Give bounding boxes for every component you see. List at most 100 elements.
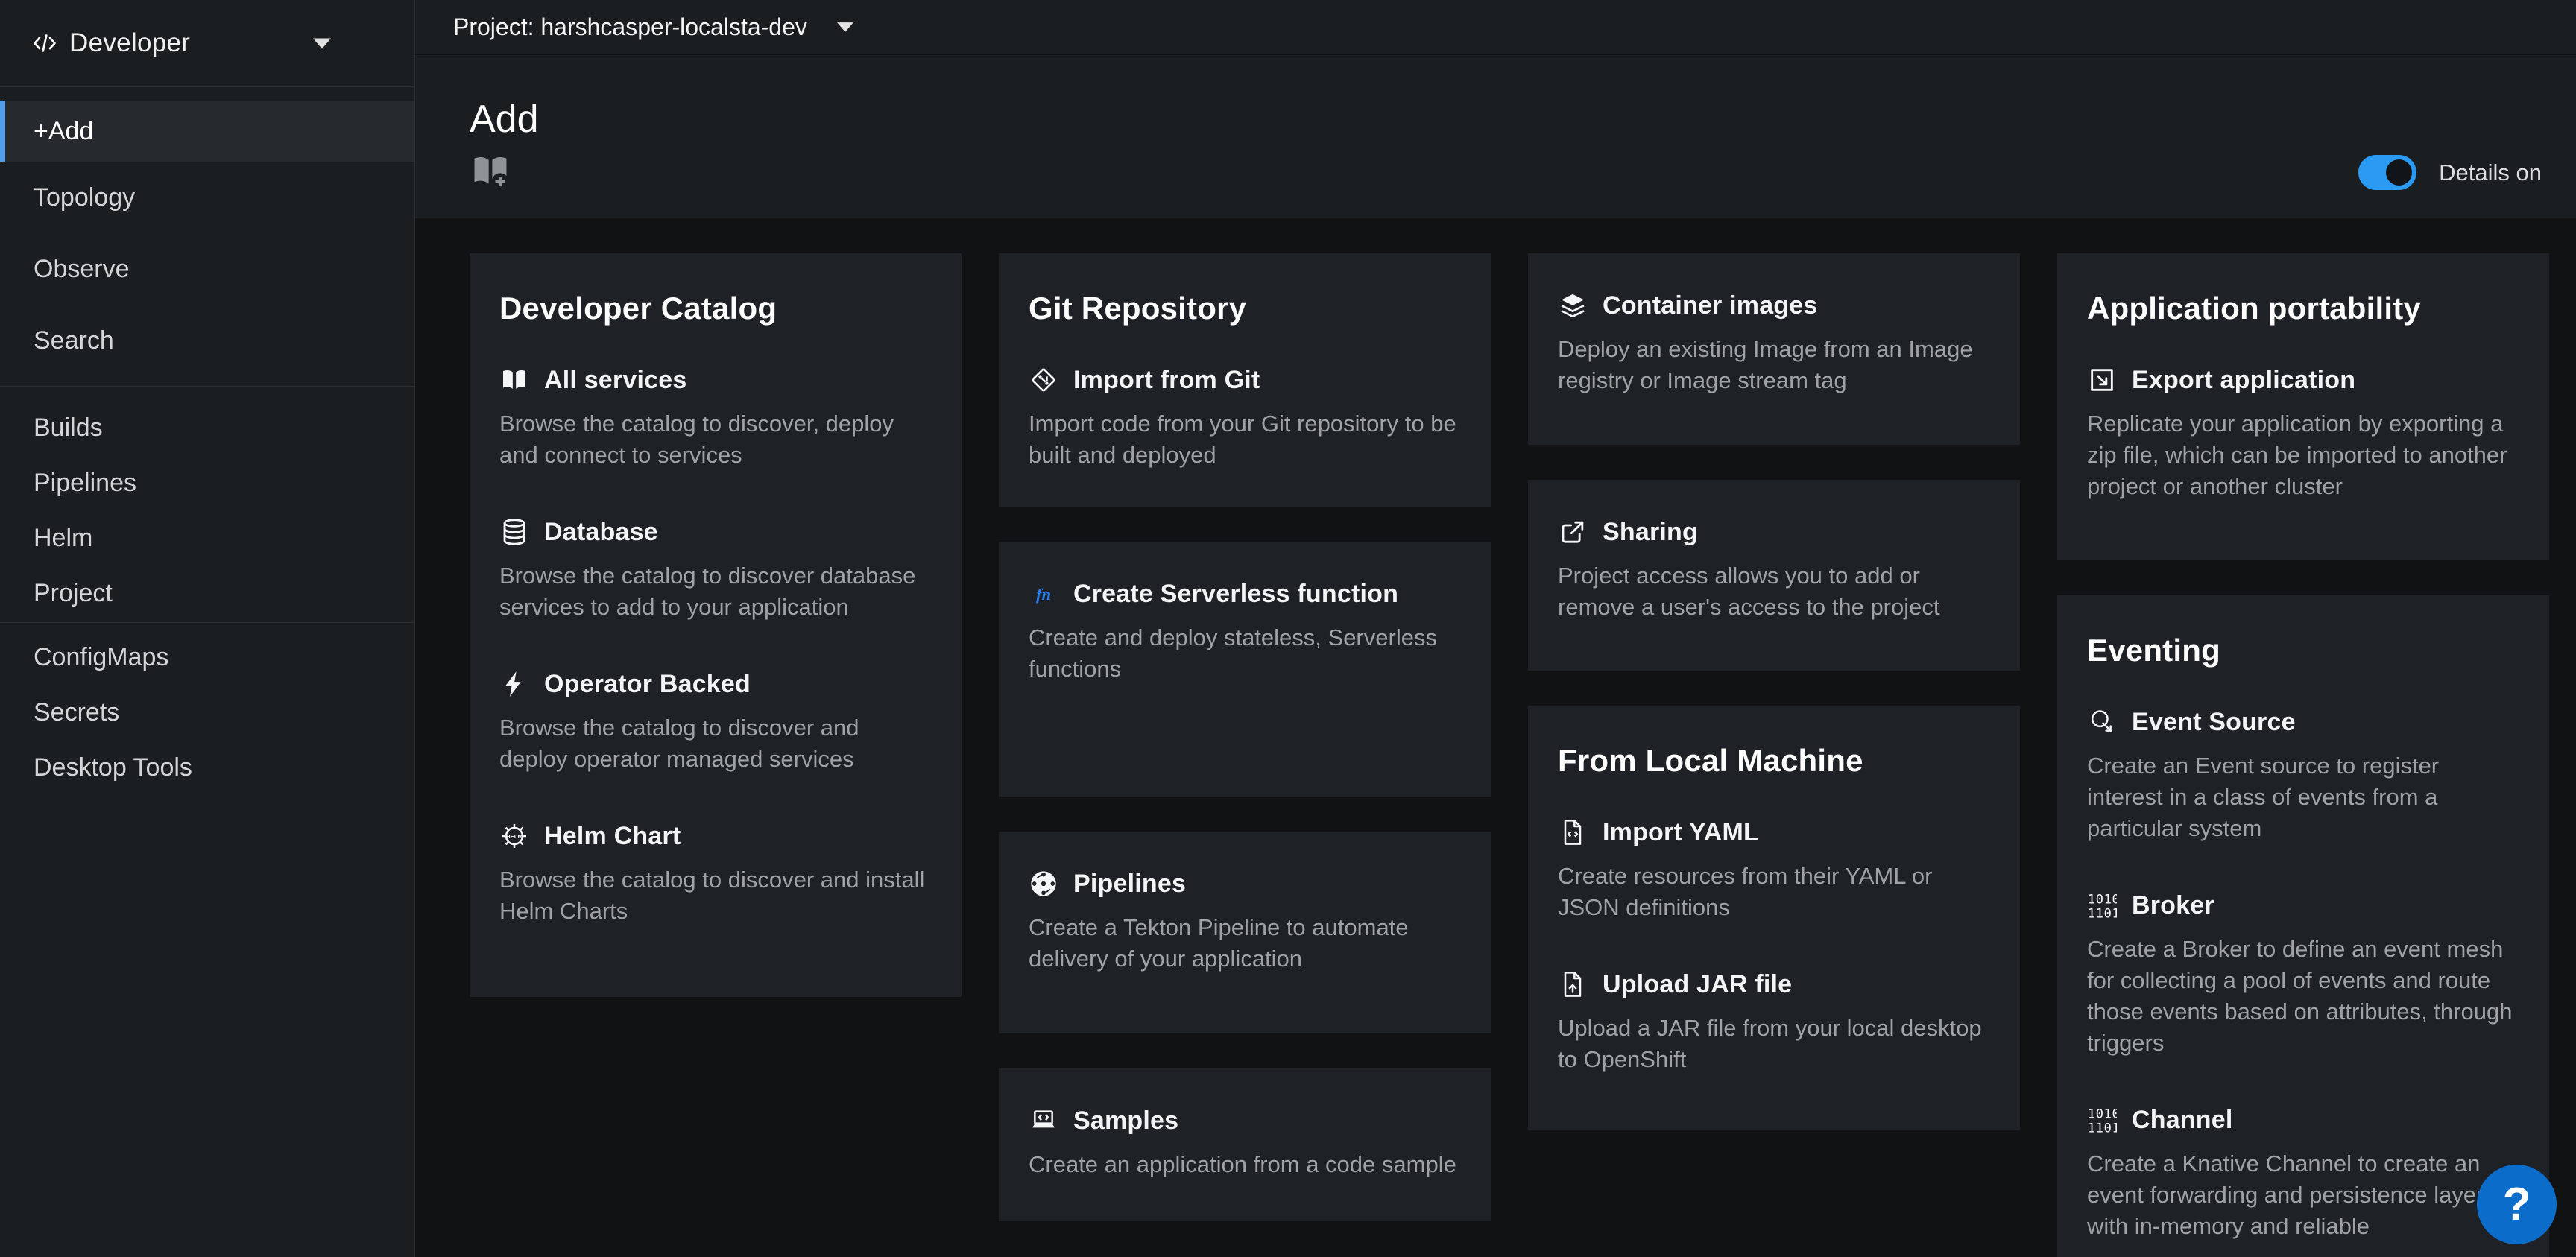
sidebar-item-observe[interactable]: Observe (0, 233, 414, 305)
pipelines-icon (1029, 869, 1058, 899)
item-description: Create and deploy stateless, Serverless … (1029, 622, 1461, 685)
add-grid-column: Git RepositoryImport from GitImport code… (999, 253, 1491, 1257)
sidebar-item-configmaps[interactable]: ConfigMaps (0, 630, 414, 685)
export-icon (2087, 365, 2117, 395)
item-label: Import YAML (1603, 818, 1759, 847)
svg-text:fn: fn (1036, 585, 1051, 604)
add-item-link-all-services[interactable]: All services (499, 365, 932, 395)
add-item-import-yaml: Import YAMLCreate resources from their Y… (1558, 817, 1990, 923)
svg-text:1101: 1101 (2088, 1121, 2117, 1135)
project-switcher[interactable]: Project: harshcasper-localsta-dev (453, 13, 853, 41)
event-source-icon (2087, 707, 2117, 737)
add-item-link-broker[interactable]: 10101101 Broker (2087, 890, 2519, 920)
add-grid-column: Container images Deploy an existing Image… (1528, 253, 2020, 1257)
fn-icon: fn (1029, 579, 1058, 609)
card-git-repository: Git RepositoryImport from GitImport code… (999, 253, 1491, 507)
item-description: Upload a JAR file from your local deskto… (1558, 1013, 1990, 1075)
masthead: Project: harshcasper-localsta-dev (415, 0, 2576, 54)
item-label: Event Source (2132, 708, 2296, 737)
item-label: Channel (2132, 1106, 2233, 1135)
add-item-link-upload-jar-file[interactable]: Upload JAR file (1558, 969, 1990, 999)
item-label: Broker (2132, 891, 2214, 920)
book-plus-icon (470, 151, 511, 192)
sidebar-item-topology[interactable]: Topology (0, 162, 414, 233)
item-description: Replicate your application by exporting … (2087, 408, 2519, 502)
item-label: All services (544, 366, 686, 395)
svg-text:1101: 1101 (2088, 907, 2117, 920)
details-switch: Details on (2358, 155, 2542, 190)
item-description: Create an application from a code sample (1029, 1149, 1461, 1180)
card-title: Eventing (2087, 633, 2519, 668)
page-header: Add Details on (415, 55, 2576, 218)
add-item-link-pipelines[interactable]: Pipelines (1029, 869, 1461, 899)
perspective-switcher[interactable]: Developer (0, 0, 414, 87)
add-item-link-database[interactable]: Database (499, 517, 932, 547)
card-pipelines: Pipelines Create a Tekton Pipeline to aut… (999, 832, 1491, 1033)
card-application-portability: Application portability Export applicatio… (2057, 253, 2549, 560)
card-samples: Samples Create an application from a code… (999, 1068, 1491, 1221)
card-container-images: Container images Deploy an existing Image… (1528, 253, 2020, 445)
card-title: Developer Catalog (499, 291, 932, 326)
page-title: Add (470, 97, 539, 142)
add-item-link-create-serverless-function[interactable]: fnCreate Serverless function (1029, 579, 1461, 609)
sidebar: Developer +AddTopologyObserveSearch Build… (0, 0, 415, 1257)
file-upload-icon (1558, 969, 1588, 999)
add-item-import-from-git: Import from Git Import code from your Git… (1029, 365, 1461, 471)
add-item-link-sharing[interactable]: Sharing (1558, 517, 1990, 547)
add-grid-column: Developer Catalog All services Browse the … (470, 253, 962, 1257)
add-item-link-event-source[interactable]: Event Source (2087, 707, 2519, 737)
svg-text:1010: 1010 (2088, 1106, 2117, 1121)
sidebar-item-secrets[interactable]: Secrets (0, 685, 414, 740)
add-item-container-images: Container images Deploy an existing Image… (1558, 291, 1990, 396)
perspective-label: Developer (69, 28, 190, 58)
sidebar-item-project[interactable]: Project (0, 566, 414, 621)
binary-icon: 10101101 (2087, 1105, 2117, 1135)
add-item-create-serverless-function: fnCreate Serverless function Create and d… (1029, 579, 1461, 685)
details-toggle[interactable] (2358, 155, 2416, 190)
item-description: Create a Broker to define an event mesh … (2087, 934, 2519, 1059)
add-item-link-container-images[interactable]: Container images (1558, 291, 1990, 320)
add-item-export-application: Export application Replicate your applica… (2087, 365, 2519, 502)
add-item-link-import-from-git[interactable]: Import from Git (1029, 365, 1461, 395)
sidebar-item-desktop-tools[interactable]: Desktop Tools (0, 740, 414, 795)
sidebar-item-search[interactable]: Search (0, 305, 414, 376)
help-button[interactable]: ? (2477, 1165, 2557, 1244)
sidebar-item-add[interactable]: +Add (0, 101, 414, 162)
card-eventing: Eventing Event SourceCreate an Event sour… (2057, 595, 2549, 1257)
item-description: Browse the catalog to discover, deploy a… (499, 408, 932, 471)
add-grid-column: Application portability Export applicatio… (2057, 253, 2549, 1257)
add-item-link-samples[interactable]: Samples (1029, 1106, 1461, 1136)
add-item-link-import-yaml[interactable]: Import YAML (1558, 817, 1990, 847)
add-item-link-channel[interactable]: 10101101 Channel (2087, 1105, 2519, 1135)
card-title: From Local Machine (1558, 743, 1990, 779)
item-label: Import from Git (1073, 366, 1260, 395)
item-description: Create a Tekton Pipeline to automate del… (1029, 912, 1461, 975)
sidebar-item-pipelines[interactable]: Pipelines (0, 455, 414, 510)
card-sharing: SharingProject access allows you to add … (1528, 480, 2020, 671)
sidebar-nav: +AddTopologyObserveSearch BuildsPipelines… (0, 87, 414, 795)
add-item-link-export-application[interactable]: Export application (2087, 365, 2519, 395)
sidebar-item-builds[interactable]: Builds (0, 400, 414, 455)
project-switcher-label: Project: harshcasper-localsta-dev (453, 13, 807, 41)
add-item-link-operator-backed[interactable]: Operator Backed (499, 669, 932, 699)
add-item-database: DatabaseBrowse the catalog to discover d… (499, 517, 932, 623)
card-create-serverless-function: fnCreate Serverless function Create and d… (999, 542, 1491, 797)
layers-icon (1558, 291, 1588, 320)
sidebar-item-helm[interactable]: Helm (0, 510, 414, 566)
card-title: Application portability (2087, 291, 2519, 326)
add-item-event-source: Event SourceCreate an Event source to re… (2087, 707, 2519, 844)
add-page-grid: Developer Catalog All services Browse the … (415, 218, 2576, 1257)
item-description: Deploy an existing Image from an Image r… (1558, 334, 1990, 396)
question-icon: ? (2503, 1178, 2531, 1231)
item-description: Browse the catalog to discover and insta… (499, 864, 932, 927)
item-description: Import code from your Git repository to … (1029, 408, 1461, 471)
share-icon (1558, 517, 1588, 547)
add-item-all-services: All services Browse the catalog to discov… (499, 365, 932, 471)
svg-text:1010: 1010 (2088, 892, 2117, 907)
add-item-pipelines: Pipelines Create a Tekton Pipeline to aut… (1029, 869, 1461, 975)
add-item-link-helm-chart[interactable]: HELMHelm Chart (499, 821, 932, 851)
chevron-down-icon (837, 22, 853, 32)
binary-icon: 10101101 (2087, 890, 2117, 920)
book-open-icon (499, 365, 529, 395)
item-label: Container images (1603, 291, 1818, 320)
